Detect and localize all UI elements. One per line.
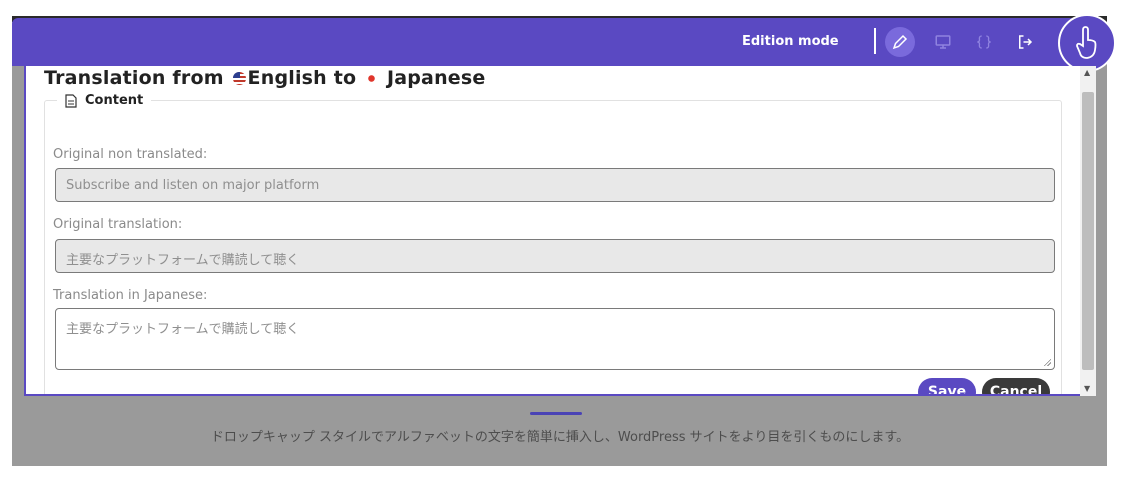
- scroll-down-icon[interactable]: ▼: [1084, 384, 1090, 393]
- target-language: Japanese: [386, 67, 486, 89]
- preview-button[interactable]: [928, 27, 958, 57]
- title-prefix: Translation from: [44, 67, 224, 89]
- translation-textarea[interactable]: 主要なプラットフォームで購読して聴く: [55, 308, 1055, 370]
- original-translation-field[interactable]: 主要なプラットフォームで購読して聴く: [55, 239, 1055, 273]
- hand-pointer-icon: [1076, 26, 1097, 59]
- toolbar-divider: [874, 28, 876, 54]
- edit-button[interactable]: [885, 27, 915, 57]
- original-label: Original non translated:: [53, 147, 208, 162]
- us-flag-icon: [232, 72, 246, 85]
- translation-dialog: Translation from English to Japanese Con…: [24, 66, 1096, 396]
- logout-icon: [1019, 35, 1033, 49]
- content-label: Content: [85, 93, 144, 108]
- hand-pointer-button[interactable]: [1058, 14, 1116, 72]
- editor-toolbar: Edition mode: [12, 18, 1096, 66]
- original-translation-label: Original translation:: [53, 217, 183, 232]
- resize-handle[interactable]: [1043, 358, 1051, 366]
- pencil-icon: [892, 34, 908, 50]
- title-mid: to: [333, 67, 357, 89]
- background-paragraph: ドロップキャップ スタイルでアルファベットの文字を簡単に挿入し、WordPres…: [210, 430, 910, 445]
- content-section: Content Original non translated: Subscri…: [44, 93, 1062, 394]
- scroll-up-icon[interactable]: ▲: [1084, 68, 1090, 77]
- save-button[interactable]: Save: [918, 378, 976, 394]
- logout-button[interactable]: [1010, 27, 1040, 57]
- background-accent-line: [530, 412, 582, 415]
- document-icon: [65, 93, 77, 108]
- dialog-scrollbar[interactable]: ▲ ▼: [1080, 66, 1096, 396]
- dialog-title: Translation from English to Japanese: [44, 67, 485, 89]
- translation-label: Translation in Japanese:: [53, 288, 208, 303]
- japan-flag-icon: [365, 72, 379, 85]
- edition-mode-label: Edition mode: [742, 34, 839, 49]
- cancel-button[interactable]: Cancel: [982, 378, 1050, 394]
- monitor-icon: [935, 35, 951, 49]
- code-button[interactable]: [969, 27, 999, 57]
- content-legend: Content: [57, 93, 152, 108]
- scrollbar-thumb[interactable]: [1082, 92, 1094, 370]
- translation-text: 主要なプラットフォームで購読して聴く: [66, 322, 300, 337]
- original-text-field[interactable]: Subscribe and listen on major platform: [55, 168, 1055, 202]
- source-language: English: [247, 67, 327, 89]
- code-braces-icon: [977, 35, 991, 49]
